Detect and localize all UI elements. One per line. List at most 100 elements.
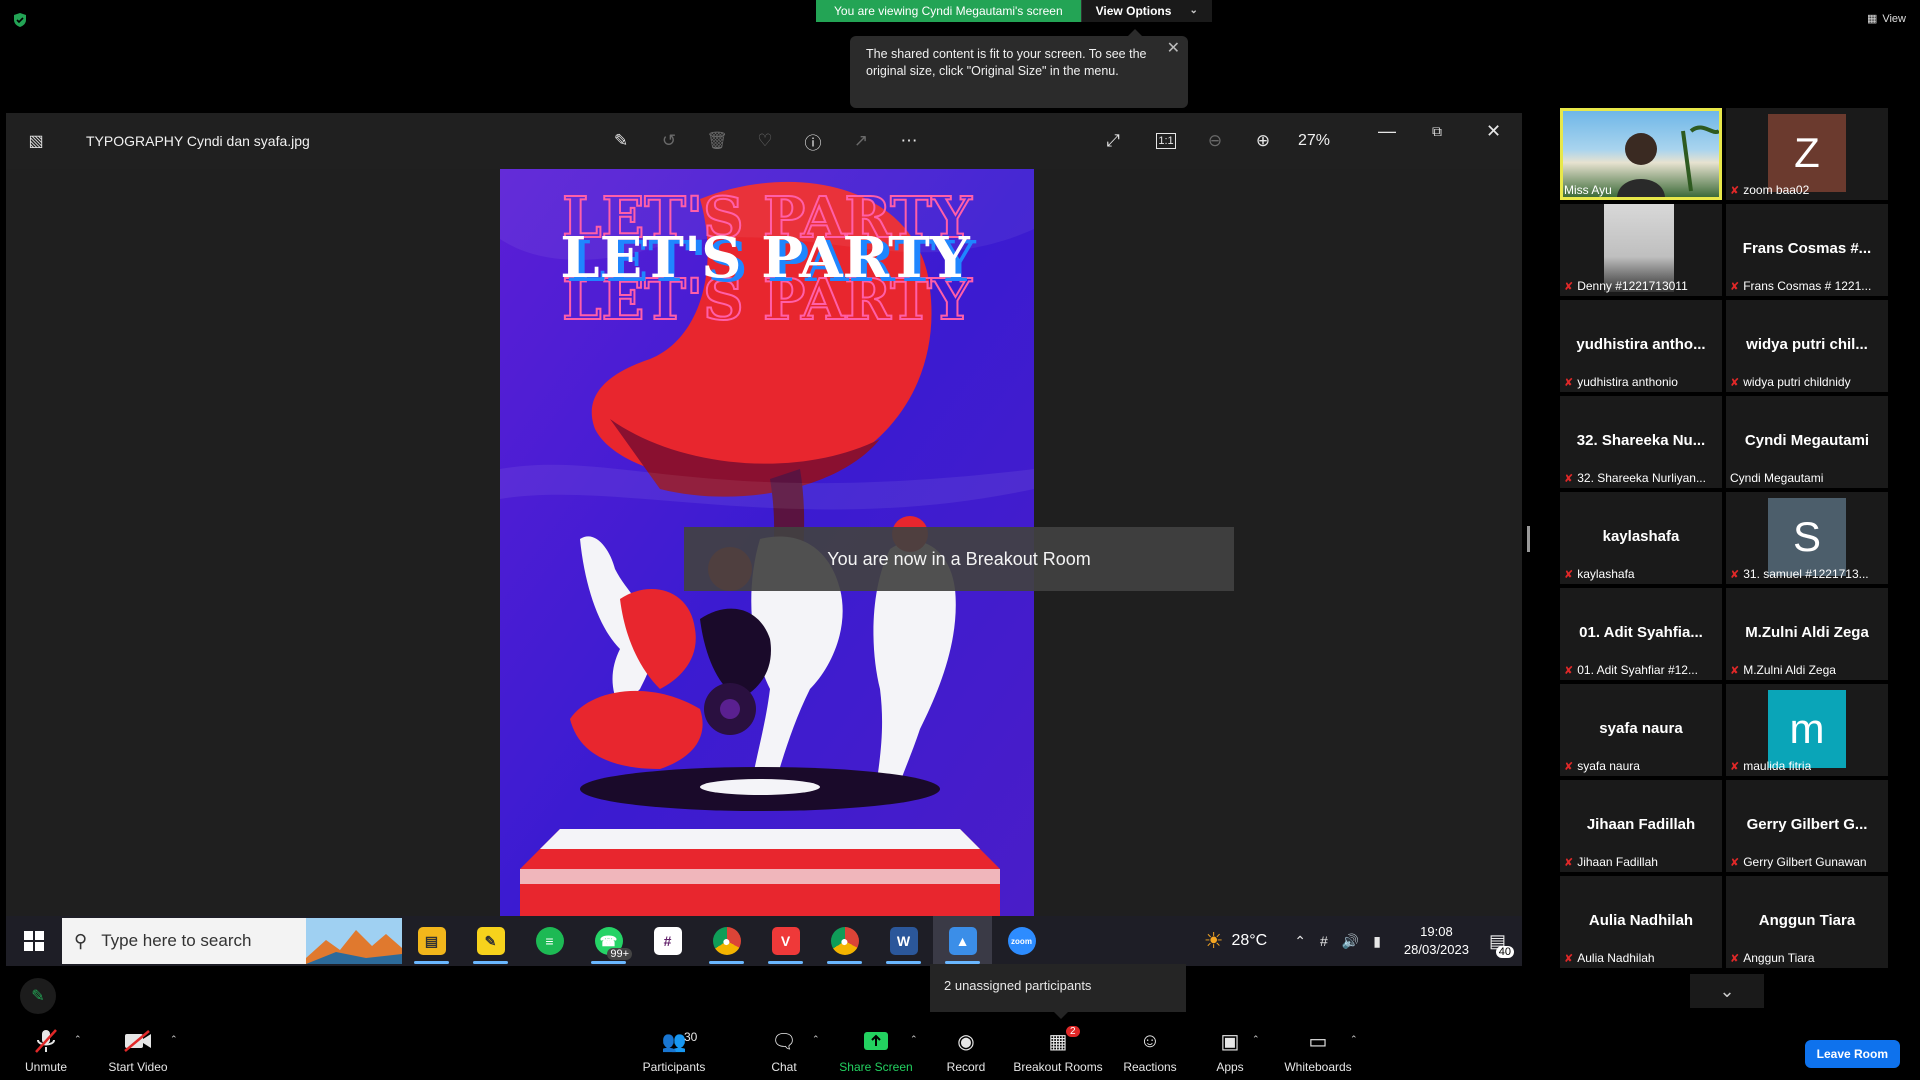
gallery-next-page-button[interactable]: ⌄ xyxy=(1690,974,1764,1008)
chevron-up-icon[interactable]: ⌃ xyxy=(1294,933,1306,950)
participant-name: 32. Shareeka Nu... xyxy=(1576,432,1706,449)
chat-options-caret[interactable]: ⌃ xyxy=(812,1034,820,1045)
chat-label: Chat xyxy=(771,1060,797,1074)
fullscreen-icon[interactable]: ⤢ xyxy=(1102,130,1124,152)
chrome-icon: ● xyxy=(712,927,741,955)
leave-room-button[interactable]: Leave Room xyxy=(1804,1040,1900,1068)
participant-tile[interactable]: Frans Cosmas #... ✘ Frans Cosmas # 1221... xyxy=(1726,204,1888,296)
whiteboard-options-caret[interactable]: ⌃ xyxy=(1350,1034,1358,1045)
minimize-icon[interactable]: — xyxy=(1378,121,1396,142)
rotate-icon[interactable]: ↺ xyxy=(658,130,680,152)
participant-tile[interactable]: Gerry Gilbert G... ✘ Gerry Gilbert Gunawan xyxy=(1726,780,1888,872)
participant-tile[interactable]: ✘ Denny #1221713011 xyxy=(1560,204,1722,296)
breakout-room-toast: You are now in a Breakout Room xyxy=(684,527,1234,591)
grid-icon: ▦ xyxy=(1866,13,1878,25)
participant-tile[interactable]: kaylashafa ✘ kaylashafa xyxy=(1560,492,1722,584)
participant-tile[interactable]: Aulia Nadhilah ✘ Aulia Nadhilah xyxy=(1560,876,1722,968)
zoom-app-icon: zoom xyxy=(1007,927,1036,955)
participant-tile[interactable]: Anggun Tiara ✘ Anggun Tiara xyxy=(1726,876,1888,968)
participant-tile[interactable]: Cyndi Megautami Cyndi Megautami xyxy=(1726,396,1888,488)
security-shield-icon[interactable] xyxy=(12,12,28,28)
speaker-icon[interactable]: 🔊 xyxy=(1342,933,1359,950)
whiteboard-icon: ▭ xyxy=(1308,1030,1328,1053)
share-icon[interactable]: ↗ xyxy=(850,130,872,152)
delete-icon[interactable]: 🗑 xyxy=(706,130,728,152)
reactions-label: Reactions xyxy=(1123,1060,1177,1074)
audio-options-caret[interactable]: ⌃ xyxy=(74,1034,82,1045)
participant-label: ✘ kaylashafa xyxy=(1564,567,1635,581)
taskbar-sticky-notes[interactable]: ✎ xyxy=(461,916,520,966)
participant-label: Miss Ayu xyxy=(1564,183,1612,197)
zoom-out-icon[interactable]: ⊖ xyxy=(1204,130,1226,152)
slack-tray-icon[interactable]: # xyxy=(1320,933,1328,949)
taskbar-slack[interactable]: # xyxy=(638,916,697,966)
participant-tile[interactable]: yudhistira antho... ✘ yudhistira anthonio xyxy=(1560,300,1722,392)
annotate-pencil-icon[interactable]: ✎ xyxy=(20,978,56,1014)
muted-mic-icon: ✘ xyxy=(1564,760,1574,773)
taskbar-spotify[interactable]: ≡ xyxy=(520,916,579,966)
clock[interactable]: 19:08 28/03/2023 xyxy=(1404,923,1469,959)
taskbar-vivaldi[interactable]: V xyxy=(756,916,815,966)
whiteboards-label: Whiteboards xyxy=(1284,1060,1352,1074)
participant-tile[interactable]: S ✘ 31. samuel #1221713... xyxy=(1726,492,1888,584)
participant-tile[interactable]: Jihaan Fadillah ✘ Jihaan Fadillah xyxy=(1560,780,1722,872)
unassigned-participants-popup[interactable]: 2 unassigned participants xyxy=(930,964,1186,1019)
participant-tile[interactable]: M.Zulni Aldi Zega ✘ M.Zulni Aldi Zega xyxy=(1726,588,1888,680)
participants-button[interactable]: 👥 30 Participants xyxy=(624,1026,724,1074)
record-button[interactable]: ◉ Record xyxy=(916,1026,1016,1075)
close-icon[interactable]: ✕ xyxy=(1167,40,1180,57)
view-banner: You are viewing Cyndi Megautami's screen… xyxy=(816,0,1212,22)
view-toggle-button[interactable]: ▦ View xyxy=(1866,12,1906,26)
taskbar-chrome[interactable]: ● xyxy=(697,916,756,966)
participant-tile[interactable]: Z ✘ zoom baa02 xyxy=(1726,108,1888,200)
tooltip-text: The shared content is fit to your screen… xyxy=(866,47,1147,78)
start-button[interactable] xyxy=(6,916,62,966)
apps-button[interactable]: ▣ Apps xyxy=(1180,1026,1280,1075)
close-window-icon[interactable]: ✕ xyxy=(1486,121,1501,142)
weather-widget[interactable]: ☀ 28°C xyxy=(1204,928,1267,954)
participant-tile[interactable]: 01. Adit Syahfia... ✘ 01. Adit Syahfiar #1… xyxy=(1560,588,1722,680)
zoom-in-icon[interactable]: ⊕ xyxy=(1252,130,1274,152)
actual-size-icon[interactable]: 1:1 xyxy=(1156,133,1176,149)
restore-icon[interactable]: ⧉ xyxy=(1432,123,1442,140)
taskbar-word[interactable]: W xyxy=(874,916,933,966)
battery-icon[interactable]: ▮ xyxy=(1373,933,1381,950)
taskbar-file-explorer[interactable]: ▤ xyxy=(402,916,461,966)
taskbar-chrome-profile[interactable]: ● xyxy=(815,916,874,966)
edit-image-icon[interactable]: ✎ xyxy=(610,130,632,152)
view-options-button[interactable]: View Options ⌄ xyxy=(1080,0,1212,22)
taskbar-zoom[interactable]: zoom xyxy=(992,916,1051,966)
participant-name: yudhistira antho... xyxy=(1576,336,1706,353)
participant-tile[interactable]: widya putri chil... ✘ widya putri childnid… xyxy=(1726,300,1888,392)
photos-app-icon: ▧ xyxy=(28,133,44,150)
info-icon[interactable]: ⓘ xyxy=(802,130,824,153)
clock-time: 19:08 xyxy=(1420,924,1453,939)
taskbar-whatsapp[interactable]: ☎ 99+ xyxy=(579,916,638,966)
more-options-icon[interactable]: ⋯ xyxy=(898,130,920,152)
favorite-icon[interactable]: ♡ xyxy=(754,130,776,152)
participant-name: 01. Adit Syahfia... xyxy=(1579,624,1703,641)
vivaldi-icon: V xyxy=(771,927,800,955)
participant-tile[interactable]: 32. Shareeka Nu... ✘ 32. Shareeka Nurliyan… xyxy=(1560,396,1722,488)
clock-date: 28/03/2023 xyxy=(1403,942,1469,957)
participant-tile[interactable]: syafa naura ✘ syafa naura xyxy=(1560,684,1722,776)
muted-mic-icon: ✘ xyxy=(1730,952,1740,965)
breakout-rooms-button[interactable]: ▦ 2 Breakout Rooms xyxy=(1008,1026,1108,1074)
sticky-notes-icon: ✎ xyxy=(476,927,505,955)
muted-mic-icon: ✘ xyxy=(1564,856,1574,869)
participant-tile[interactable]: m ✘ maulida fitria xyxy=(1726,684,1888,776)
taskbar-photos[interactable]: ▲ xyxy=(933,916,992,966)
splitter-handle[interactable] xyxy=(1527,526,1530,552)
participant-tile[interactable]: Miss Ayu xyxy=(1560,108,1722,200)
notifications-button[interactable]: ▤ 40 xyxy=(1489,931,1514,958)
unmute-button[interactable]: Unmute xyxy=(0,1026,96,1074)
apps-options-caret[interactable]: ⌃ xyxy=(1252,1034,1260,1045)
taskbar-search[interactable]: ⚲ Type here to search xyxy=(62,918,402,964)
participant-label: ✘ Jihaan Fadillah xyxy=(1564,855,1658,869)
muted-mic-icon: ✘ xyxy=(1564,472,1574,485)
zoom-level[interactable]: 27% xyxy=(1298,132,1330,150)
apps-icon: ▣ xyxy=(1220,1030,1240,1053)
muted-mic-icon: ✘ xyxy=(1730,856,1740,869)
chat-icon: 🗨 xyxy=(771,1030,797,1053)
video-options-caret[interactable]: ⌃ xyxy=(170,1034,178,1045)
